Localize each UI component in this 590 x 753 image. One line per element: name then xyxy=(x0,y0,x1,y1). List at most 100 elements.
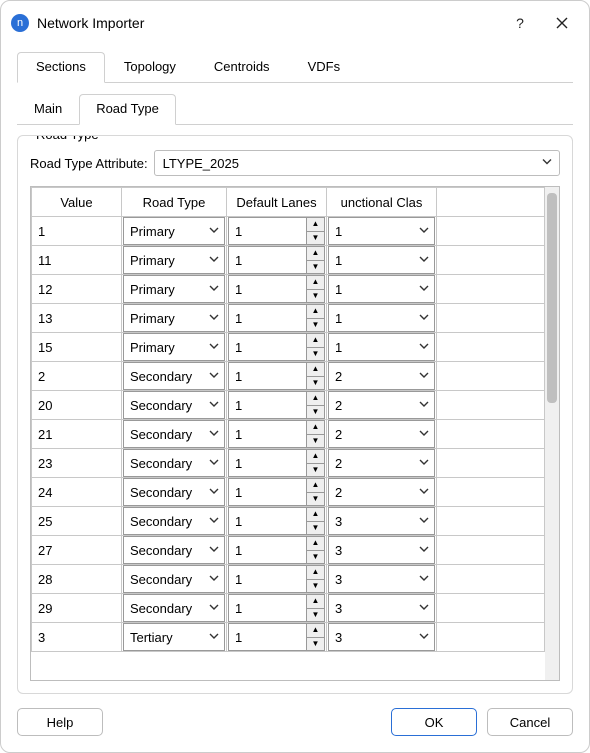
ok-button[interactable]: OK xyxy=(391,708,477,736)
spin-up-icon[interactable]: ▲ xyxy=(307,566,324,579)
spin-up-icon[interactable]: ▲ xyxy=(307,334,324,347)
value-cell[interactable]: 11 xyxy=(32,253,121,268)
spin-down-icon[interactable]: ▼ xyxy=(307,637,324,651)
functional-class-select[interactable]: 1 xyxy=(328,246,435,274)
functional-class-select[interactable]: 1 xyxy=(328,217,435,245)
road-type-select[interactable]: Primary xyxy=(123,333,225,361)
default-lanes-spinner[interactable]: 1▲▼ xyxy=(228,420,325,448)
spin-down-icon[interactable]: ▼ xyxy=(307,434,324,448)
value-cell[interactable]: 12 xyxy=(32,282,121,297)
tab-centroids[interactable]: Centroids xyxy=(195,52,289,83)
spin-down-icon[interactable]: ▼ xyxy=(307,289,324,303)
functional-class-select[interactable]: 3 xyxy=(328,565,435,593)
default-lanes-spinner[interactable]: 1▲▼ xyxy=(228,623,325,651)
spin-up-icon[interactable]: ▲ xyxy=(307,305,324,318)
functional-class-select[interactable]: 3 xyxy=(328,623,435,651)
spin-up-icon[interactable]: ▲ xyxy=(307,450,324,463)
default-lanes-spinner[interactable]: 1▲▼ xyxy=(228,478,325,506)
default-lanes-spinner[interactable]: 1▲▼ xyxy=(228,275,325,303)
value-cell[interactable]: 3 xyxy=(32,630,121,645)
road-type-select[interactable]: Secondary xyxy=(123,536,225,564)
spin-down-icon[interactable]: ▼ xyxy=(307,260,324,274)
road-type-select[interactable]: Primary xyxy=(123,246,225,274)
default-lanes-spinner[interactable]: 1▲▼ xyxy=(228,333,325,361)
tab-topology[interactable]: Topology xyxy=(105,52,195,83)
functional-class-select[interactable]: 2 xyxy=(328,478,435,506)
default-lanes-spinner[interactable]: 1▲▼ xyxy=(228,565,325,593)
functional-class-select[interactable]: 1 xyxy=(328,275,435,303)
spin-up-icon[interactable]: ▲ xyxy=(307,276,324,289)
spin-down-icon[interactable]: ▼ xyxy=(307,521,324,535)
col-default-lanes[interactable]: Default Lanes xyxy=(227,188,327,217)
cancel-button[interactable]: Cancel xyxy=(487,708,573,736)
functional-class-select[interactable]: 3 xyxy=(328,536,435,564)
spin-up-icon[interactable]: ▲ xyxy=(307,363,324,376)
functional-class-select[interactable]: 2 xyxy=(328,391,435,419)
value-cell[interactable]: 25 xyxy=(32,514,121,529)
default-lanes-spinner[interactable]: 1▲▼ xyxy=(228,362,325,390)
default-lanes-spinner[interactable]: 1▲▼ xyxy=(228,246,325,274)
tab-sections[interactable]: Sections xyxy=(17,52,105,83)
spin-down-icon[interactable]: ▼ xyxy=(307,492,324,506)
spin-up-icon[interactable]: ▲ xyxy=(307,421,324,434)
value-cell[interactable]: 21 xyxy=(32,427,121,442)
value-cell[interactable]: 2 xyxy=(32,369,121,384)
functional-class-select[interactable]: 1 xyxy=(328,304,435,332)
spin-down-icon[interactable]: ▼ xyxy=(307,550,324,564)
col-value[interactable]: Value xyxy=(32,188,122,217)
functional-class-select[interactable]: 3 xyxy=(328,507,435,535)
road-type-select[interactable]: Primary xyxy=(123,275,225,303)
road-type-select[interactable]: Secondary xyxy=(123,478,225,506)
functional-class-select[interactable]: 3 xyxy=(328,594,435,622)
spin-down-icon[interactable]: ▼ xyxy=(307,579,324,593)
functional-class-select[interactable]: 2 xyxy=(328,449,435,477)
col-road-type[interactable]: Road Type xyxy=(122,188,227,217)
default-lanes-spinner[interactable]: 1▲▼ xyxy=(228,594,325,622)
road-type-select[interactable]: Secondary xyxy=(123,362,225,390)
road-type-select[interactable]: Secondary xyxy=(123,449,225,477)
spin-down-icon[interactable]: ▼ xyxy=(307,347,324,361)
spin-down-icon[interactable]: ▼ xyxy=(307,608,324,622)
default-lanes-spinner[interactable]: 1▲▼ xyxy=(228,536,325,564)
help-button[interactable]: Help xyxy=(17,708,103,736)
default-lanes-spinner[interactable]: 1▲▼ xyxy=(228,507,325,535)
road-type-select[interactable]: Tertiary xyxy=(123,623,225,651)
tab-vdfs[interactable]: VDFs xyxy=(289,52,360,83)
default-lanes-spinner[interactable]: 1▲▼ xyxy=(228,217,325,245)
spin-up-icon[interactable]: ▲ xyxy=(307,392,324,405)
close-icon[interactable] xyxy=(545,9,579,37)
road-type-select[interactable]: Secondary xyxy=(123,594,225,622)
spin-down-icon[interactable]: ▼ xyxy=(307,405,324,419)
functional-class-select[interactable]: 2 xyxy=(328,362,435,390)
road-type-select[interactable]: Primary xyxy=(123,217,225,245)
spin-down-icon[interactable]: ▼ xyxy=(307,318,324,332)
spin-up-icon[interactable]: ▲ xyxy=(307,508,324,521)
help-icon[interactable]: ? xyxy=(503,9,537,37)
road-type-select[interactable]: Secondary xyxy=(123,420,225,448)
default-lanes-spinner[interactable]: 1▲▼ xyxy=(228,391,325,419)
spin-up-icon[interactable]: ▲ xyxy=(307,218,324,231)
value-cell[interactable]: 13 xyxy=(32,311,121,326)
col-functional-class[interactable]: unctional Clas xyxy=(327,188,437,217)
scrollbar-thumb[interactable] xyxy=(547,193,557,403)
functional-class-select[interactable]: 1 xyxy=(328,333,435,361)
road-type-select[interactable]: Secondary xyxy=(123,565,225,593)
default-lanes-spinner[interactable]: 1▲▼ xyxy=(228,304,325,332)
subtab-road-type[interactable]: Road Type xyxy=(79,94,176,125)
value-cell[interactable]: 27 xyxy=(32,543,121,558)
spin-up-icon[interactable]: ▲ xyxy=(307,595,324,608)
value-cell[interactable]: 23 xyxy=(32,456,121,471)
spin-up-icon[interactable]: ▲ xyxy=(307,247,324,260)
road-type-select[interactable]: Secondary xyxy=(123,391,225,419)
road-type-select[interactable]: Primary xyxy=(123,304,225,332)
default-lanes-spinner[interactable]: 1▲▼ xyxy=(228,449,325,477)
vertical-scrollbar[interactable] xyxy=(545,187,559,680)
subtab-main[interactable]: Main xyxy=(17,94,79,125)
spin-up-icon[interactable]: ▲ xyxy=(307,537,324,550)
value-cell[interactable]: 28 xyxy=(32,572,121,587)
value-cell[interactable]: 29 xyxy=(32,601,121,616)
spin-down-icon[interactable]: ▼ xyxy=(307,231,324,245)
functional-class-select[interactable]: 2 xyxy=(328,420,435,448)
value-cell[interactable]: 20 xyxy=(32,398,121,413)
spin-down-icon[interactable]: ▼ xyxy=(307,376,324,390)
